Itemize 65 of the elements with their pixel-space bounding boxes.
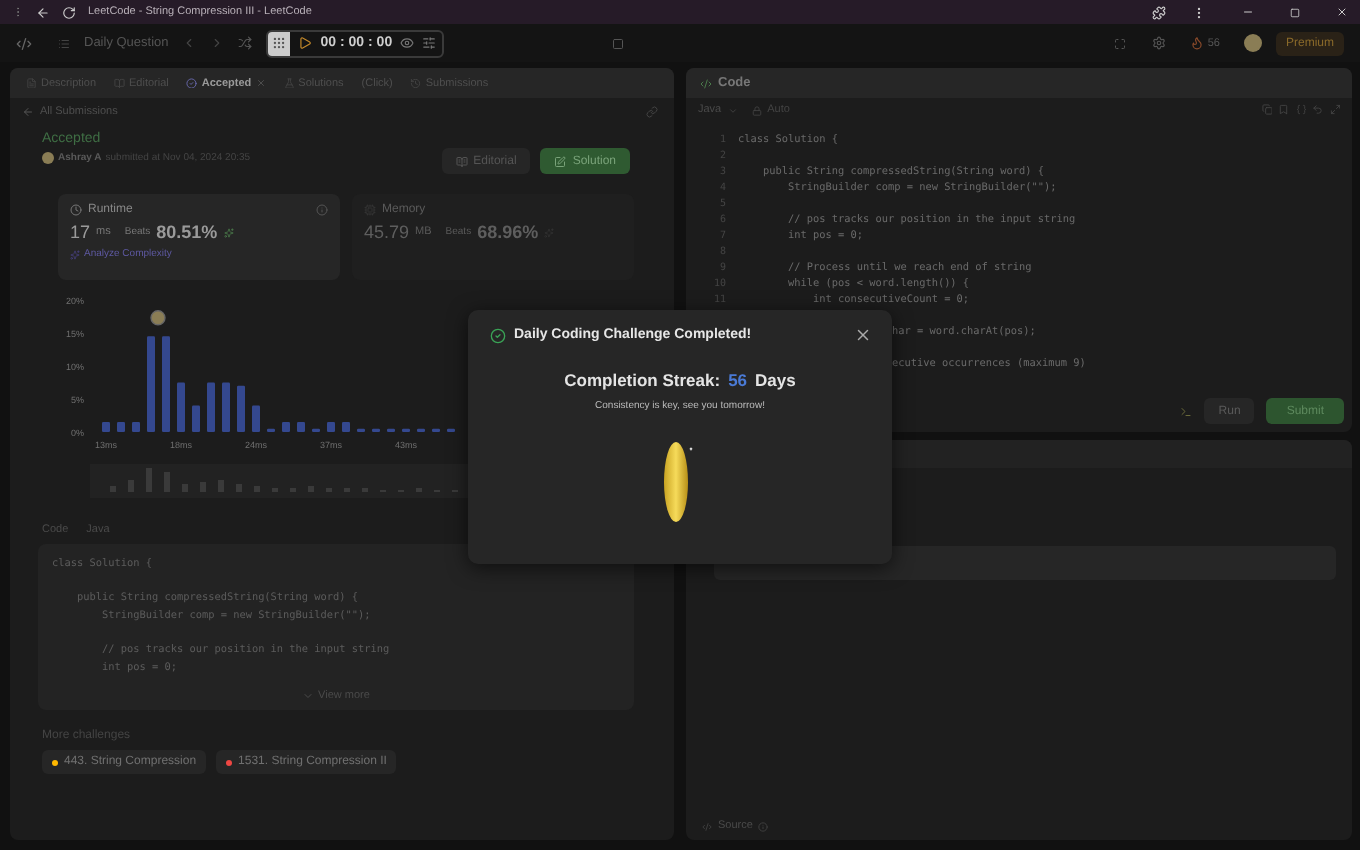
histogram-bar <box>192 405 200 432</box>
tab-icon <box>186 77 198 89</box>
metric-value: 45.79 <box>364 222 410 242</box>
histogram-bar <box>297 422 305 432</box>
check-icon <box>490 327 506 343</box>
histogram-bar <box>237 385 245 432</box>
user-marker-icon <box>150 310 166 326</box>
extension-icon[interactable] <box>1152 5 1166 19</box>
next-icon[interactable] <box>210 36 225 50</box>
metric-value: 17 <box>70 222 91 242</box>
streak-text: Completion Streak: 56 Days <box>564 370 796 390</box>
clock-icon <box>70 204 82 216</box>
minimize-icon[interactable] <box>1242 6 1254 18</box>
reload-icon[interactable] <box>62 5 76 19</box>
beats-percent: 68.96% <box>477 222 539 242</box>
histogram-bar <box>342 422 350 432</box>
author-avatar <box>42 152 54 164</box>
tab-icon <box>26 77 37 89</box>
logo-icon[interactable] <box>16 35 32 51</box>
previous-icon[interactable] <box>182 36 197 50</box>
eye-icon[interactable] <box>400 36 415 50</box>
histogram-bar <box>162 336 170 432</box>
sliders-icon[interactable] <box>422 36 437 50</box>
book-icon <box>455 155 468 167</box>
bookmark-icon[interactable] <box>1278 104 1289 116</box>
edit-icon <box>554 155 567 167</box>
histogram-bar <box>252 405 260 432</box>
coin-drawing <box>662 440 698 524</box>
sparkle-icon <box>70 249 80 259</box>
list-icon[interactable] <box>58 37 70 49</box>
info-icon <box>758 821 769 831</box>
histogram-bar <box>327 422 335 432</box>
reset-icon[interactable] <box>1312 104 1323 116</box>
histogram-bar <box>177 382 185 432</box>
sparkle-icon <box>223 227 234 237</box>
avatar[interactable] <box>1243 34 1262 52</box>
fire-icon <box>1189 36 1204 50</box>
shuffle-icon[interactable] <box>238 36 253 50</box>
histogram-bar <box>117 422 125 432</box>
back-icon[interactable] <box>36 5 50 19</box>
lock-icon <box>751 105 762 115</box>
maximize-icon[interactable] <box>1290 7 1300 17</box>
link-icon[interactable] <box>646 105 658 117</box>
format-icon[interactable] <box>1295 104 1306 116</box>
caret-icon <box>727 105 738 115</box>
beats-percent: 80.51% <box>156 222 218 242</box>
drag-handle-icon[interactable] <box>268 31 291 55</box>
settings-icon[interactable] <box>1151 36 1166 50</box>
histogram-bar <box>132 422 140 432</box>
histogram-bar <box>102 422 110 432</box>
info-icon[interactable] <box>316 204 328 216</box>
tab-icon <box>283 77 295 89</box>
code-icon <box>702 821 712 831</box>
tab-icon <box>410 77 422 89</box>
more-icon[interactable] <box>1192 5 1206 19</box>
square-icon[interactable] <box>611 37 624 49</box>
histogram-bar <box>207 382 215 432</box>
close-button[interactable] <box>854 326 872 344</box>
notes-icon[interactable] <box>1261 104 1272 116</box>
play-icon[interactable] <box>298 36 313 50</box>
code-icon <box>700 77 712 89</box>
histogram-bar <box>222 382 230 432</box>
histogram-bar <box>147 336 155 432</box>
histogram-bar <box>282 422 290 432</box>
tab-icon <box>114 77 126 89</box>
